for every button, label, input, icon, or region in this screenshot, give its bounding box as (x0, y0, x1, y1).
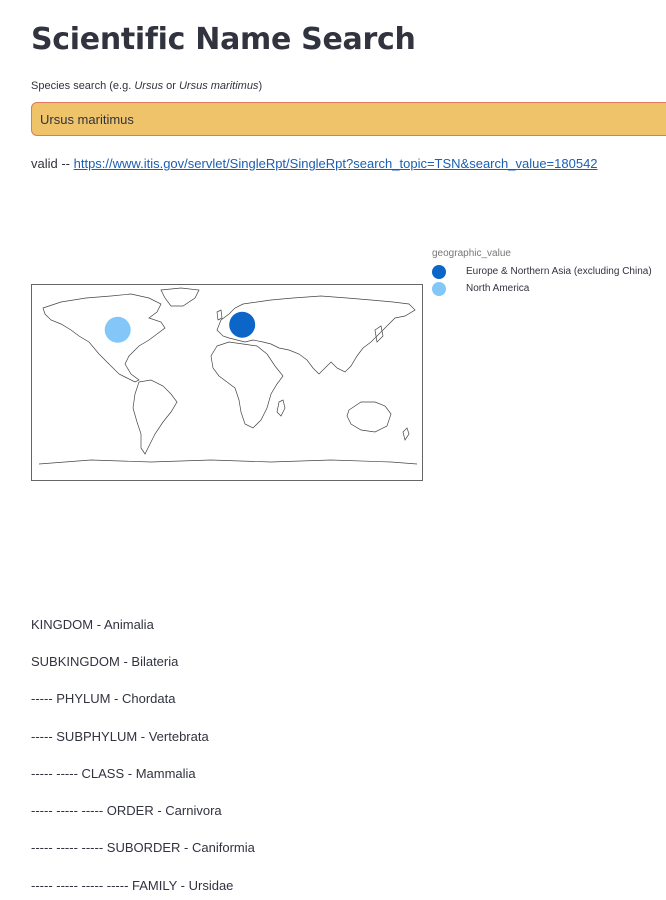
species-search-input[interactable] (31, 102, 666, 136)
south-america-outline (132, 379, 178, 455)
taxonomy-subphylum: ----- SUBPHYLUM - Vertebrata (31, 729, 209, 744)
map-points (104, 311, 256, 343)
australia-outline (346, 401, 392, 433)
world-coastlines (38, 287, 418, 465)
taxonomy-family: ----- ----- ----- ----- FAMILY - Ursidae (31, 878, 234, 893)
map-point-north-america[interactable] (104, 316, 131, 343)
africa-outline (210, 341, 284, 429)
taxonomy-class: ----- ----- CLASS - Mammalia (31, 766, 196, 781)
page-title: Scientific Name Search (31, 22, 416, 57)
map-point-europe-asia[interactable] (229, 311, 256, 338)
search-label-middle: or (163, 80, 179, 92)
search-label-suffix: ) (258, 80, 263, 92)
legend-label-europe-asia: Europe & Northern Asia (excluding China) (466, 266, 652, 277)
status-text: valid -- (31, 156, 74, 171)
greenland-outline (160, 287, 200, 307)
legend-label-north-america: North America (466, 283, 530, 294)
legend-title: geographic_value (432, 248, 511, 259)
taxonomy-order: ----- ----- ----- ORDER - Carnivora (31, 803, 222, 818)
search-label-example-genus: Ursus (134, 80, 164, 92)
legend-item-europe-asia[interactable]: Europe & Northern Asia (excluding China) (432, 263, 652, 280)
search-label-prefix: Species search (e.g. (31, 80, 135, 92)
legend-item-north-america[interactable]: North America (432, 280, 652, 297)
new-zealand-outline (402, 427, 410, 441)
map-legend: geographic_value Europe & Northern Asia … (432, 248, 652, 297)
result-status: valid -- https://www.itis.gov/servlet/Si… (31, 156, 598, 171)
itis-report-link[interactable]: https://www.itis.gov/servlet/SingleRpt/S… (74, 156, 598, 171)
legend-dot-europe-asia (432, 264, 446, 279)
geographic-map[interactable] (31, 284, 423, 481)
taxonomy-suborder: ----- ----- ----- SUBORDER - Caniformia (31, 840, 255, 855)
uk-outline (216, 309, 223, 321)
north-america-outline (42, 293, 166, 383)
legend-dot-north-america (432, 281, 446, 296)
taxonomy-kingdom: KINGDOM - Animalia (31, 617, 154, 632)
taxonomy-phylum: ----- PHYLUM - Chordata (31, 691, 176, 706)
antarctica-outline (38, 459, 418, 465)
taxonomy-subkingdom: SUBKINGDOM - Bilateria (31, 654, 179, 669)
map-svg (38, 287, 418, 465)
search-label-example-species: Ursus maritimus (178, 80, 259, 92)
madagascar-outline (276, 399, 286, 417)
search-label: Species search (e.g. Ursus or Ursus mari… (31, 80, 262, 92)
